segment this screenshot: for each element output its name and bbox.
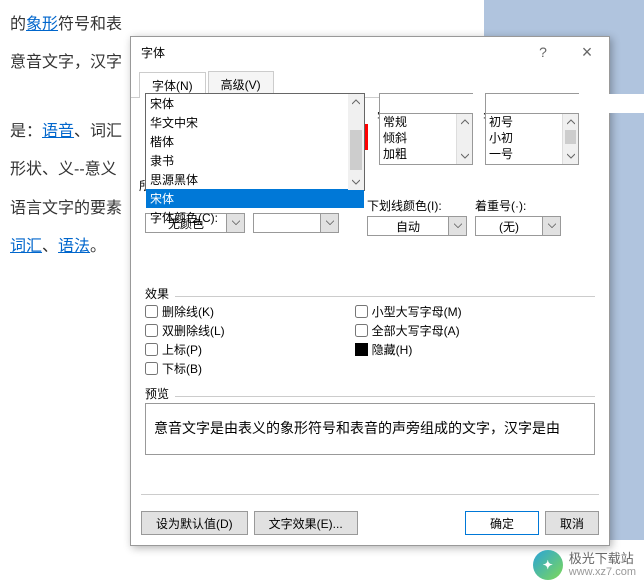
all-caps-checkbox[interactable]: 全部大写字母(A) <box>355 322 462 339</box>
link-cihui[interactable]: 词汇 <box>10 238 42 255</box>
watermark: ✦ 极光下载站 www.xz7.com <box>533 550 636 580</box>
emphasis-combo[interactable]: (无) <box>475 216 561 236</box>
font-option[interactable]: 宋体 <box>146 94 364 113</box>
link-yufa[interactable]: 语法 <box>58 238 90 255</box>
set-default-button[interactable]: 设为默认值(D) <box>141 511 248 535</box>
scroll-up-icon[interactable] <box>348 94 364 110</box>
style-input[interactable] <box>379 93 473 113</box>
size-input[interactable] <box>485 93 579 113</box>
chevron-down-icon[interactable] <box>542 217 560 235</box>
style-scrollbar[interactable] <box>456 114 472 164</box>
size-scroll-thumb[interactable] <box>565 130 576 144</box>
link-xiangxing[interactable]: 象形 <box>26 16 58 33</box>
double-strike-checkbox[interactable]: 双删除线(L) <box>145 322 225 339</box>
emphasis-label: 着重号(·): <box>475 197 561 214</box>
superscript-checkbox[interactable]: 上标(P) <box>145 341 225 358</box>
titlebar: 字体 ? × <box>131 37 609 67</box>
small-caps-checkbox[interactable]: 小型大写字母(M) <box>355 303 462 320</box>
watermark-url: www.xz7.com <box>569 566 636 578</box>
font-option[interactable]: 华文中宋 <box>146 113 364 132</box>
font-option[interactable]: 思源黑体 <box>146 170 364 189</box>
style-listbox[interactable]: 常规 倾斜 加粗 <box>379 113 473 165</box>
text-effects-button[interactable]: 文字效果(E)... <box>254 511 358 535</box>
emphasis-value: (无) <box>476 217 542 235</box>
hidden-checkbox[interactable]: 隐藏(H) <box>355 341 462 358</box>
effects-label: 效果 <box>145 285 595 302</box>
cancel-button[interactable]: 取消 <box>545 511 599 535</box>
scroll-down-icon[interactable] <box>348 174 364 190</box>
preview-label: 预览 <box>145 385 595 402</box>
font-option[interactable]: 字体颜色(C): <box>146 208 364 227</box>
font-option[interactable]: 隶书 <box>146 151 364 170</box>
font-option-selected[interactable]: 宋体 <box>146 189 364 208</box>
chevron-down-icon[interactable] <box>448 217 466 235</box>
size-listbox[interactable]: 初号 小初 一号 <box>485 113 579 165</box>
watermark-name: 极光下载站 <box>569 552 636 566</box>
underline-color-value: 自动 <box>368 217 448 235</box>
chinese-font-dropdown-list[interactable]: 宋体 华文中宋 楷体 隶书 思源黑体 宋体 字体颜色(C): <box>145 93 365 191</box>
dialog-title: 字体 <box>141 44 521 61</box>
preview-box: 意音文字是由表义的象形符号和表音的声旁组成的文字，汉字是由 <box>145 403 595 455</box>
scroll-thumb[interactable] <box>350 130 362 170</box>
checkbox-filled-icon <box>355 343 368 356</box>
font-dialog: 字体 ? × 字体(N) 高级(V) 中文字体(T): 字形(Y): 字号(S)… <box>130 36 610 546</box>
font-option[interactable]: 楷体 <box>146 132 364 151</box>
size-scrollbar[interactable] <box>562 114 578 164</box>
subscript-checkbox[interactable]: 下标(B) <box>145 360 225 377</box>
link-yuyin[interactable]: 语音 <box>42 123 74 140</box>
ok-button[interactable]: 确定 <box>465 511 539 535</box>
help-button[interactable]: ? <box>521 37 565 67</box>
strikethrough-checkbox[interactable]: 删除线(K) <box>145 303 225 320</box>
dropdown-scrollbar[interactable] <box>348 94 364 190</box>
underline-color-combo[interactable]: 自动 <box>367 216 467 236</box>
underline-color-label: 下划线颜色(I): <box>367 197 467 214</box>
close-button[interactable]: × <box>565 37 609 67</box>
watermark-logo-icon: ✦ <box>533 550 563 580</box>
